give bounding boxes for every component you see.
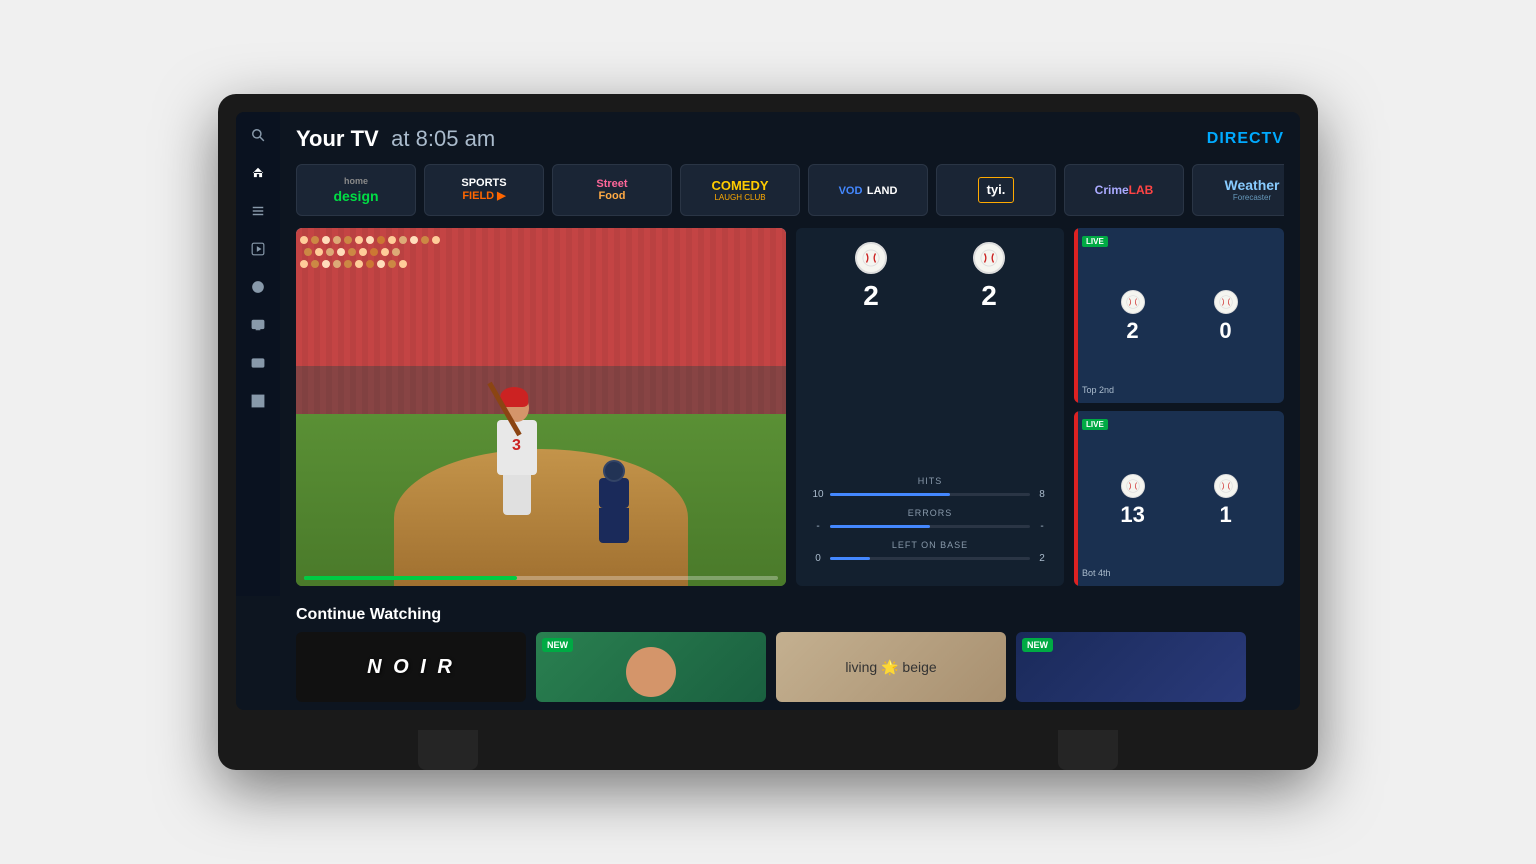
continue-card-beige[interactable]: living 🌟 beige	[776, 632, 1006, 702]
channel-card-tyi[interactable]: tyi.	[936, 164, 1056, 216]
new-badge-green: NEW	[542, 638, 573, 652]
tile2-team1: 13	[1120, 474, 1144, 528]
team2-baseball-icon	[973, 242, 1005, 274]
tile2-score1: 13	[1120, 502, 1144, 528]
page-title: Your TV	[296, 126, 379, 151]
lob-label: LEFT ON BASE	[812, 540, 1048, 550]
errors-val1: -	[812, 521, 824, 532]
tile1-score1: 2	[1126, 318, 1138, 344]
continue-watching-section: Continue Watching N O I R NEW living 🌟 b…	[236, 596, 1300, 710]
continue-card-blue[interactable]: NEW	[1016, 632, 1246, 702]
continue-card-noir[interactable]: N O I R	[296, 632, 526, 702]
channel-card-comedy[interactable]: COMEDY LAUGH CLUB	[680, 164, 800, 216]
game-status-1: Top 2nd	[1082, 385, 1114, 395]
score-panel: 2 2	[796, 228, 1064, 587]
content-row: 3	[296, 228, 1284, 587]
sidebar-icon-tag[interactable]	[247, 276, 269, 298]
sidebar-icon-list[interactable]	[247, 200, 269, 222]
tv-stand-left	[418, 730, 478, 770]
channel-card-street-food[interactable]: Street Food	[552, 164, 672, 216]
sidebar-icon-play[interactable]	[247, 238, 269, 260]
sidebar-icon-screen[interactable]	[247, 314, 269, 336]
channel-card-sports-field[interactable]: SPORTS FIELD ▶	[424, 164, 544, 216]
screen-content: Your TV at 8:05 am DIRECTV home	[236, 112, 1300, 597]
lob-val1: 0	[812, 553, 824, 564]
errors-stat: ERRORS - -	[812, 508, 1048, 532]
channel-card-crimelab[interactable]: CrimeLAB	[1064, 164, 1184, 216]
errors-label: ERRORS	[812, 508, 1048, 518]
channel-card-vodland[interactable]: VOD LAND	[808, 164, 928, 216]
sidebar-icon-search[interactable]	[247, 124, 269, 146]
video-progress-fill	[304, 576, 517, 580]
sidebar-icon-grid[interactable]	[247, 390, 269, 412]
sidebar-icon-home[interactable]	[247, 162, 269, 184]
live-badge-1: LIVE	[1082, 236, 1108, 247]
video-player[interactable]: 3	[296, 228, 786, 587]
beige-label: living 🌟 beige	[845, 659, 936, 676]
tile2-score2: 1	[1219, 502, 1231, 528]
tv-frame: Your TV at 8:05 am DIRECTV home	[218, 94, 1318, 771]
directv-logo-text: DIRECTV	[1207, 130, 1284, 147]
hits-label: HITS	[812, 476, 1048, 486]
sidebar-icon-dollar[interactable]	[247, 352, 269, 374]
lob-stat: LEFT ON BASE 0 2	[812, 540, 1048, 564]
new-badge-blue: NEW	[1022, 638, 1053, 652]
team2-col: 2	[973, 242, 1005, 312]
channel-row: home design SPORTS FIELD ▶ Street	[296, 164, 1284, 216]
hits-val2: 8	[1036, 489, 1048, 500]
hits-val1: 10	[812, 489, 824, 500]
tile2-team2: 1	[1214, 474, 1238, 528]
noir-label: N O I R	[367, 656, 455, 679]
continue-watching-title: Continue Watching	[296, 606, 1284, 624]
continue-card-green[interactable]: NEW	[536, 632, 766, 702]
live-badge-2: LIVE	[1082, 419, 1108, 430]
sidebar	[236, 112, 280, 597]
header-title-group: Your TV at 8:05 am	[296, 126, 495, 152]
team1-baseball-icon	[855, 242, 887, 274]
directv-logo: DIRECTV	[1207, 130, 1284, 148]
hits-bar	[830, 493, 1030, 496]
game-tile-1[interactable]: LIVE	[1074, 228, 1284, 403]
tile1-team2: 0	[1214, 290, 1238, 344]
tv-screen: Your TV at 8:05 am DIRECTV home	[236, 112, 1300, 711]
errors-bar	[830, 525, 1030, 528]
channel-card-weather[interactable]: Weather Forecaster	[1192, 164, 1284, 216]
tile1-score2: 0	[1219, 318, 1231, 344]
main-area: Your TV at 8:05 am DIRECTV home	[280, 112, 1300, 597]
baseball-scene: 3	[296, 228, 786, 587]
header: Your TV at 8:05 am DIRECTV	[296, 126, 1284, 152]
game-tile-2[interactable]: LIVE	[1074, 411, 1284, 586]
errors-val2: -	[1036, 521, 1048, 532]
lob-bar	[830, 557, 1030, 560]
game-status-2: Bot 4th	[1082, 568, 1111, 578]
stats-section: HITS 10 8	[812, 476, 1048, 572]
tv-stand-right	[1058, 730, 1118, 770]
team1-col: 2	[855, 242, 887, 312]
channel-card-home-design[interactable]: home design	[296, 164, 416, 216]
game-tiles: LIVE	[1074, 228, 1284, 587]
team1-score: 2	[863, 280, 879, 312]
team2-score: 2	[981, 280, 997, 312]
team-scores: 2 2	[812, 242, 1048, 312]
header-time: at 8:05 am	[391, 126, 495, 151]
tile1-team1: 2	[1121, 290, 1145, 344]
continue-watching-row: N O I R NEW living 🌟 beige NEW	[296, 632, 1284, 702]
video-progress-bar[interactable]	[304, 576, 778, 580]
lob-val2: 2	[1036, 553, 1048, 564]
hits-stat: HITS 10 8	[812, 476, 1048, 500]
